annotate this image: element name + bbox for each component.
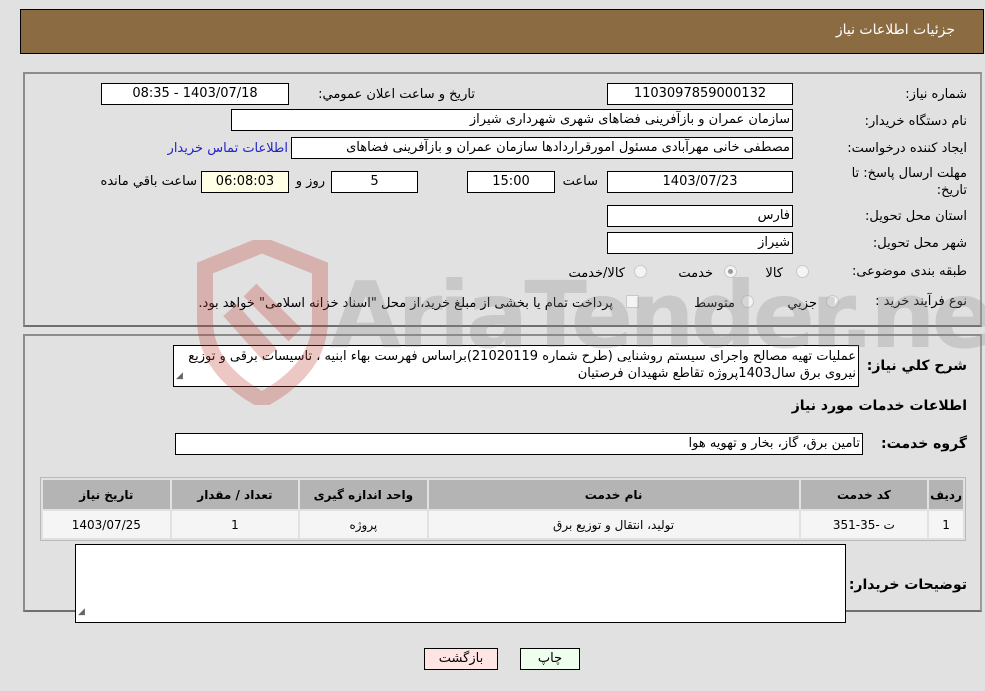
- table-header-row: رديف کد خدمت نام خدمت واحد اندازه گيری ت…: [43, 480, 963, 509]
- treasury-note: پرداخت تمام یا بخشی از مبلغ خرید،از محل …: [198, 296, 613, 311]
- cell-row-number: 1: [929, 511, 963, 538]
- category-option-service: خدمت: [678, 266, 713, 281]
- cell-quantity: 1: [171, 511, 299, 538]
- category-radio-goods[interactable]: [796, 265, 809, 278]
- services-section-title: اطلاعات خدمات مورد نياز: [791, 398, 967, 414]
- back-button[interactable]: بازگشت: [424, 648, 498, 670]
- days-label: روز و: [295, 174, 325, 189]
- col-service-name: نام خدمت: [428, 480, 799, 509]
- deadline-time-field: 15:00: [467, 171, 555, 193]
- table-row: 1 ت -35-351 تولید، انتقال و توزیع برق پر…: [43, 511, 963, 538]
- cell-service-code: ت -35-351: [800, 511, 928, 538]
- purchase-type-radio-minor[interactable]: [826, 295, 839, 308]
- need-number-label: شماره نياز:: [905, 87, 967, 102]
- treasury-checkbox[interactable]: [626, 295, 639, 308]
- time-remaining-field: 06:08:03: [201, 171, 289, 193]
- deadline-label-line1: مهلت ارسال پاسخ: تا: [851, 166, 967, 181]
- description-textarea[interactable]: عملیات تهیه مصالح واجرای سیستم روشنایی (…: [173, 345, 859, 387]
- buyer-org-field: سازمان عمران و بازآفرینی فضاهای شهری شهر…: [231, 109, 793, 131]
- page-header: جزئيات اطلاعات نياز: [20, 9, 984, 54]
- resize-grip-icon[interactable]: ◢: [176, 368, 183, 385]
- time-remaining-label: ساعت باقي مانده: [100, 174, 197, 189]
- city-field: شیراز: [607, 232, 793, 254]
- purchase-type-label: نوع فرآيند خريد :: [875, 294, 967, 309]
- buyer-org-label: نام دستگاه خريدار:: [864, 114, 967, 129]
- need-number-field: 1103097859000132: [607, 83, 793, 105]
- description-label: شرح کلي نياز:: [866, 358, 967, 374]
- province-field: فارس: [607, 205, 793, 227]
- announce-datetime-field: 1403/07/18 - 08:35: [101, 83, 289, 105]
- col-need-date: تاريخ نياز: [43, 480, 170, 509]
- category-radio-goods-service[interactable]: [634, 265, 647, 278]
- buyer-notes-textarea[interactable]: ◢: [75, 544, 846, 623]
- announce-datetime-label: تاريخ و ساعت اعلان عمومي:: [318, 87, 475, 102]
- category-radio-service[interactable]: [724, 265, 737, 278]
- requester-label: ايجاد کننده درخواست:: [847, 141, 967, 156]
- col-service-code: کد خدمت: [800, 480, 928, 509]
- service-group-label: گروه خدمت:: [881, 436, 967, 452]
- purchase-type-radio-medium[interactable]: [741, 295, 754, 308]
- cell-need-date: 1403/07/25: [43, 511, 170, 538]
- category-option-goods: کالا: [765, 266, 783, 281]
- services-table: رديف کد خدمت نام خدمت واحد اندازه گيری ت…: [40, 477, 966, 541]
- description-text: عملیات تهیه مصالح واجرای سیستم روشنایی (…: [188, 349, 856, 381]
- requester-field: مصطفی خانی مهرآبادی مسئول امورقراردادها …: [291, 137, 793, 159]
- deadline-date-field: 1403/07/23: [607, 171, 793, 193]
- province-label: استان محل تحويل:: [865, 209, 967, 224]
- service-group-field: تامین برق، گاز، بخار و تهویه هوا: [175, 433, 863, 455]
- cell-unit: پروژه: [300, 511, 427, 538]
- cell-service-name: تولید، انتقال و توزیع برق: [428, 511, 799, 538]
- buyer-contact-link[interactable]: اطلاعات تماس خريدار: [168, 141, 288, 156]
- city-label: شهر محل تحويل:: [872, 236, 967, 251]
- purchase-type-option-medium: متوسط: [694, 296, 735, 311]
- resize-grip-icon[interactable]: ◢: [78, 604, 85, 621]
- category-label: طبقه بندی موضوعی:: [851, 264, 967, 279]
- print-button[interactable]: چاپ: [520, 648, 580, 670]
- col-row-number: رديف: [929, 480, 963, 509]
- purchase-type-option-minor: جزيي: [787, 296, 817, 311]
- page-title: جزئيات اطلاعات نياز: [835, 22, 955, 38]
- days-remaining-field: 5: [331, 171, 418, 193]
- buyer-notes-label: توضيحات خريدار:: [848, 577, 967, 593]
- category-option-goods-service: کالا/خدمت: [568, 266, 625, 281]
- deadline-label-line2: تاريخ:: [936, 183, 967, 198]
- deadline-time-label: ساعت: [562, 174, 598, 189]
- col-quantity: تعداد / مقدار: [171, 480, 299, 509]
- col-unit: واحد اندازه گيری: [300, 480, 427, 509]
